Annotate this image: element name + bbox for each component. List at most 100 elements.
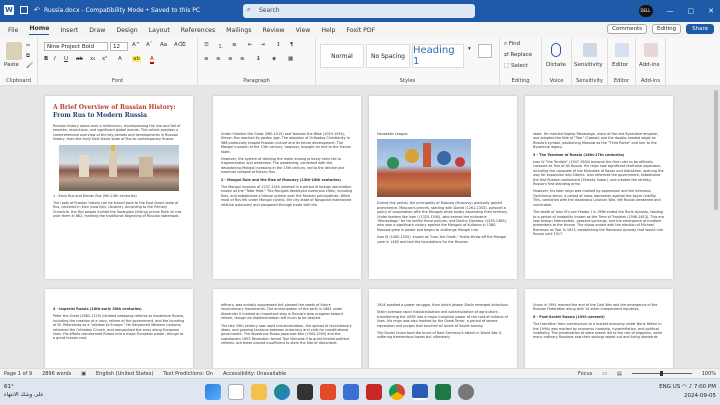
underline-icon[interactable]: U — [64, 56, 68, 62]
tab-mailings[interactable]: Mailings — [226, 27, 251, 34]
proofing-icon[interactable]: ▣ — [81, 371, 86, 377]
tab-references[interactable]: References — [181, 27, 215, 34]
volume-icon[interactable]: ♪ — [689, 384, 693, 390]
undo-icon[interactable]: ↶ — [34, 6, 40, 14]
font-size-select[interactable]: 12 — [110, 42, 128, 51]
replace-button[interactable]: ⇄ Replace — [504, 52, 532, 58]
tab-insert[interactable]: Insert — [60, 27, 78, 34]
clear-format-icon[interactable]: A⌫ — [174, 42, 186, 48]
system-tray[interactable]: ENG US ◠ ♪ 7:00 PM 2024-09-05 — [659, 383, 716, 401]
subscript-icon[interactable]: x₂ — [90, 56, 95, 62]
share-button[interactable]: Share — [686, 24, 714, 34]
chrome-icon[interactable] — [389, 384, 405, 400]
editor-icon[interactable] — [615, 43, 629, 57]
word-taskbar-icon[interactable] — [412, 384, 428, 400]
tab-review[interactable]: Review — [263, 27, 285, 34]
tab-file[interactable]: File — [8, 27, 18, 34]
save-icon[interactable] — [20, 6, 28, 14]
superscript-icon[interactable]: x² — [102, 56, 107, 62]
minimize-button[interactable]: — — [667, 7, 674, 15]
page-3[interactable]: Hanseatic League. During this period, th… — [369, 96, 517, 279]
italic-icon[interactable]: I — [54, 56, 56, 62]
tab-foxit[interactable]: Foxit PDF — [346, 27, 375, 34]
zoom-thumb[interactable] — [659, 371, 663, 376]
page-8[interactable]: Union in 1991 marked the end of the Cold… — [525, 289, 673, 368]
edge-icon[interactable] — [274, 384, 290, 400]
page-6[interactable]: officers, was brutally suppressed but pl… — [213, 289, 361, 368]
sort-icon[interactable]: ↕ — [276, 42, 281, 48]
editing-mode-button[interactable]: Editing — [651, 24, 682, 34]
bullets-icon[interactable]: ☰ — [204, 42, 209, 48]
read-mode-icon[interactable]: ▭ — [602, 371, 607, 377]
page-count[interactable]: Page 1 of 9 — [4, 371, 32, 377]
tab-view[interactable]: View — [296, 27, 311, 34]
dictate-label[interactable]: Dictate — [546, 62, 566, 68]
copy-icon[interactable]: ⧉ — [26, 53, 30, 60]
microphone-icon[interactable] — [551, 43, 561, 57]
cut-icon[interactable]: ✂ — [26, 43, 31, 49]
excel-icon[interactable] — [435, 384, 451, 400]
styles-pane-icon[interactable] — [478, 44, 492, 58]
weather-widget[interactable]: 61° على وشك الانتهاء — [4, 383, 44, 399]
file-explorer-icon[interactable] — [251, 384, 267, 400]
media-icon[interactable] — [297, 384, 313, 400]
sensitivity-button-label[interactable]: Sensitivity — [574, 62, 603, 68]
word-count[interactable]: 2896 words — [42, 371, 71, 377]
shrink-font-icon[interactable]: Aˇ — [146, 42, 153, 48]
tab-layout[interactable]: Layout — [149, 27, 170, 34]
styles-more-icon[interactable]: ▾ — [468, 46, 471, 52]
comments-button[interactable]: Comments — [607, 24, 647, 34]
tab-design[interactable]: Design — [116, 27, 137, 34]
accessibility-status[interactable]: Accessibility: Unavailable — [223, 371, 286, 377]
document-canvas[interactable]: A Brief Overview of Russian History: Fro… — [0, 86, 720, 368]
font-name-select[interactable]: Nine Project Bold — [44, 42, 108, 51]
paste-label[interactable]: Paste — [4, 62, 19, 68]
vertical-scrollbar[interactable] — [714, 90, 718, 210]
style-heading1[interactable]: Heading 1 — [412, 44, 464, 68]
format-painter-icon[interactable]: 🖌 — [26, 63, 33, 69]
decrease-indent-icon[interactable]: ⇤ — [248, 42, 253, 48]
page-7[interactable]: 1924 sparked a power struggle, from whic… — [369, 289, 517, 368]
search-box[interactable]: ⌕ Search — [243, 4, 475, 18]
find-button[interactable]: ⌕ Find — [504, 41, 520, 48]
office-icon[interactable] — [320, 384, 336, 400]
addins-button-label[interactable]: Add-ins — [639, 62, 660, 68]
language-indicator[interactable]: ENG US — [659, 384, 680, 390]
numbering-icon[interactable]: ⒈ — [218, 42, 224, 50]
addins-icon[interactable] — [644, 43, 658, 57]
wifi-icon[interactable]: ◠ — [682, 384, 687, 390]
store-icon[interactable] — [343, 384, 359, 400]
zoom-level[interactable]: 100% — [702, 371, 716, 377]
print-layout-icon[interactable]: ▤ — [617, 371, 622, 377]
paste-icon[interactable] — [6, 42, 22, 60]
focus-button[interactable]: Focus — [578, 371, 592, 377]
zoom-slider[interactable] — [631, 371, 692, 376]
highlight-icon[interactable]: ab — [132, 56, 141, 62]
windows-start-icon[interactable] — [205, 384, 221, 400]
style-no-spacing[interactable]: No Spacing — [366, 44, 410, 68]
close-button[interactable]: ✕ — [708, 7, 714, 15]
search-taskbar-icon[interactable] — [228, 384, 244, 400]
text-predictions-status[interactable]: Text Predictions: On — [163, 371, 213, 377]
shading-icon[interactable]: ◈ — [272, 56, 276, 62]
select-button[interactable]: ⬚ Select — [504, 63, 528, 69]
line-spacing-icon[interactable]: ↨ — [256, 56, 261, 62]
page-5[interactable]: 4 - Imperial Russia (18th-early 20th cen… — [45, 289, 193, 368]
pdf-icon[interactable] — [366, 384, 382, 400]
show-marks-icon[interactable]: ¶ — [290, 42, 294, 48]
settings-icon[interactable] — [458, 384, 474, 400]
increase-indent-icon[interactable]: ⇥ — [260, 42, 265, 48]
tab-home[interactable]: Home — [29, 25, 50, 35]
page-4[interactable]: state. He married Sophia Palaeologa, nie… — [525, 96, 673, 279]
borders-icon[interactable]: ▦ — [288, 56, 293, 62]
maximize-button[interactable]: ▢ — [688, 7, 695, 15]
tab-draw[interactable]: Draw — [89, 27, 105, 34]
font-color-icon[interactable]: A — [150, 56, 154, 64]
bold-icon[interactable]: B — [44, 56, 48, 62]
language-status[interactable]: English (United States) — [96, 371, 153, 377]
tab-help[interactable]: Help — [321, 27, 335, 34]
change-case-icon[interactable]: Aa — [160, 42, 167, 48]
text-effects-icon[interactable]: A — [118, 56, 122, 62]
style-normal[interactable]: Normal — [320, 44, 364, 68]
editor-button-label[interactable]: Editor — [612, 62, 628, 68]
